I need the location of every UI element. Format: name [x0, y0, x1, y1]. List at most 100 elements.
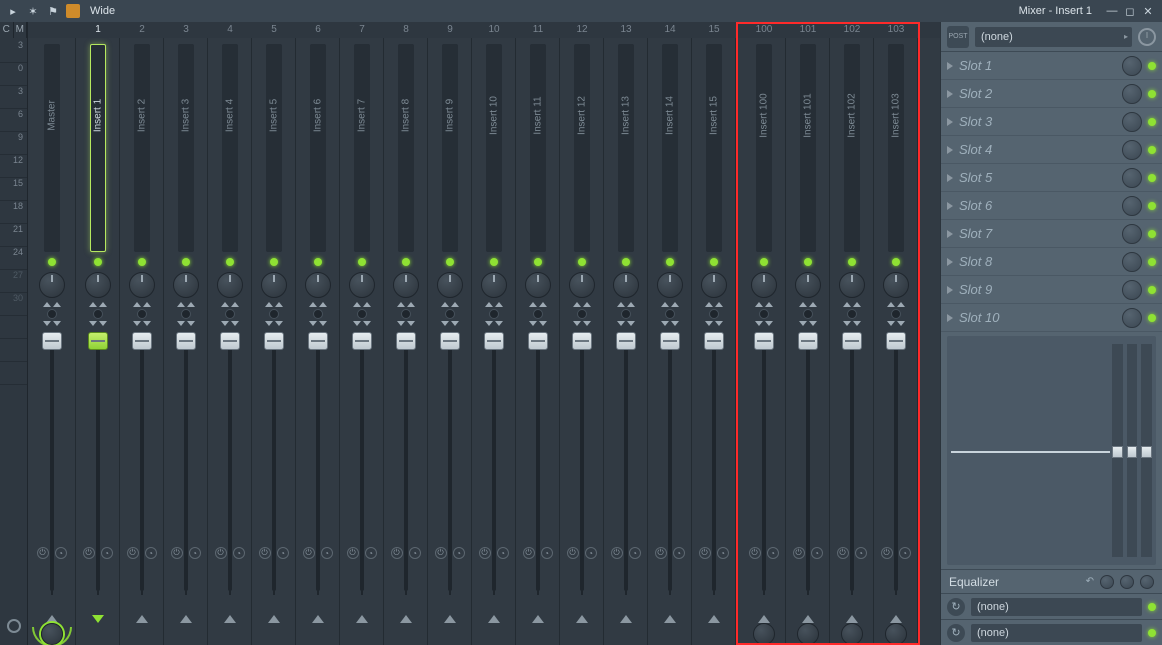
- clock-icon[interactable]: ◔: [767, 547, 779, 559]
- volume-fader[interactable]: [88, 332, 108, 350]
- output-b-led[interactable]: [1148, 629, 1156, 637]
- ruler-col-c[interactable]: C: [0, 22, 14, 38]
- pan-knob[interactable]: [883, 272, 909, 298]
- slot-open-icon[interactable]: [947, 174, 953, 182]
- send-arrow-icon[interactable]: [802, 615, 814, 623]
- volume-fader[interactable]: [484, 332, 504, 350]
- pan-knob[interactable]: [839, 272, 865, 298]
- mute-led[interactable]: [314, 258, 322, 266]
- fx-enable-icon[interactable]: ⏻: [749, 547, 761, 559]
- pan-knob[interactable]: [261, 272, 287, 298]
- send-arrow-icon[interactable]: [92, 615, 104, 623]
- slot-open-icon[interactable]: [947, 230, 953, 238]
- volume-fader[interactable]: [440, 332, 460, 350]
- volume-fader[interactable]: [176, 332, 196, 350]
- send-arrow-icon[interactable]: [46, 615, 58, 623]
- clock-icon[interactable]: ◔: [855, 547, 867, 559]
- clock-icon[interactable]: ◔: [673, 547, 685, 559]
- mute-led[interactable]: [138, 258, 146, 266]
- fx-enable-icon[interactable]: ⏻: [567, 547, 579, 559]
- volume-fader[interactable]: [704, 332, 724, 350]
- fx-enable-icon[interactable]: ⏻: [881, 547, 893, 559]
- mute-led[interactable]: [578, 258, 586, 266]
- insert-channel[interactable]: Insert 1⏻◔: [76, 38, 120, 645]
- stereo-sep[interactable]: [397, 302, 415, 326]
- slot-enable-led[interactable]: [1148, 202, 1156, 210]
- mute-led[interactable]: [446, 258, 454, 266]
- volume-fader[interactable]: [220, 332, 240, 350]
- send-arrow-icon[interactable]: [758, 615, 770, 623]
- fx-slot[interactable]: Slot 6: [941, 192, 1162, 220]
- slot-mix-knob[interactable]: [1122, 56, 1142, 76]
- mute-led[interactable]: [48, 258, 56, 266]
- view-mode-label[interactable]: Wide: [90, 5, 115, 17]
- stereo-sep[interactable]: [887, 302, 905, 326]
- clock-icon[interactable]: ◔: [585, 547, 597, 559]
- slot-open-icon[interactable]: [947, 286, 953, 294]
- stereo-sep[interactable]: [485, 302, 503, 326]
- insert-channel[interactable]: Insert 100⏻◔: [742, 38, 786, 645]
- slot-enable-led[interactable]: [1148, 314, 1156, 322]
- peak-knob[interactable]: [7, 619, 21, 633]
- output-routing-b-dropdown[interactable]: (none): [971, 624, 1142, 642]
- view-mode-button[interactable]: [66, 4, 80, 18]
- track-number[interactable]: 5: [252, 22, 296, 38]
- clock-icon[interactable]: ◔: [277, 547, 289, 559]
- slot-mix-knob[interactable]: [1122, 168, 1142, 188]
- master-channel[interactable]: Master⏻◔: [28, 38, 76, 645]
- stereo-sep[interactable]: [529, 302, 547, 326]
- fx-enable-icon[interactable]: ⏻: [83, 547, 95, 559]
- slot-enable-led[interactable]: [1148, 90, 1156, 98]
- slot-enable-led[interactable]: [1148, 118, 1156, 126]
- stereo-sep[interactable]: [705, 302, 723, 326]
- insert-channel[interactable]: Insert 2⏻◔: [120, 38, 164, 645]
- track-number[interactable]: 14: [648, 22, 692, 38]
- stereo-sep[interactable]: [353, 302, 371, 326]
- pan-knob[interactable]: [393, 272, 419, 298]
- slot-enable-led[interactable]: [1148, 174, 1156, 182]
- clock-icon[interactable]: ◔: [541, 547, 553, 559]
- track-number[interactable]: 15: [692, 22, 736, 38]
- send-arrow-icon[interactable]: [356, 615, 368, 623]
- slot-mix-knob[interactable]: [1122, 280, 1142, 300]
- pan-knob[interactable]: [795, 272, 821, 298]
- send-knob[interactable]: [753, 623, 775, 645]
- track-number[interactable]: 3: [164, 22, 208, 38]
- mute-led[interactable]: [710, 258, 718, 266]
- track-number[interactable]: 4: [208, 22, 252, 38]
- track-number[interactable]: 102: [830, 22, 874, 38]
- slot-enable-led[interactable]: [1148, 146, 1156, 154]
- slot-mix-knob[interactable]: [1122, 252, 1142, 272]
- stereo-sep[interactable]: [755, 302, 773, 326]
- fx-enable-icon[interactable]: ⏻: [303, 547, 315, 559]
- fx-enable-icon[interactable]: ⏻: [523, 547, 535, 559]
- track-number[interactable]: 12: [560, 22, 604, 38]
- clock-icon[interactable]: ◔: [717, 547, 729, 559]
- send-arrow-icon[interactable]: [444, 615, 456, 623]
- eq-display[interactable]: [947, 336, 1156, 565]
- volume-fader[interactable]: [352, 332, 372, 350]
- pan-knob[interactable]: [39, 272, 65, 298]
- mute-led[interactable]: [848, 258, 856, 266]
- send-arrow-icon[interactable]: [400, 615, 412, 623]
- insert-channel[interactable]: Insert 10⏻◔: [472, 38, 516, 645]
- mute-led[interactable]: [760, 258, 768, 266]
- insert-channel[interactable]: Insert 103⏻◔: [874, 38, 918, 645]
- minimize-icon[interactable]: ―: [1104, 3, 1120, 19]
- send-arrow-icon[interactable]: [488, 615, 500, 623]
- send-arrow-icon[interactable]: [664, 615, 676, 623]
- fx-slot[interactable]: Slot 4: [941, 136, 1162, 164]
- fx-enable-icon[interactable]: ⏻: [837, 547, 849, 559]
- slot-enable-led[interactable]: [1148, 62, 1156, 70]
- track-number[interactable]: 7: [340, 22, 384, 38]
- track-number[interactable]: 9: [428, 22, 472, 38]
- track-number[interactable]: 13: [604, 22, 648, 38]
- fx-slot[interactable]: Slot 1: [941, 52, 1162, 80]
- track-number[interactable]: 6: [296, 22, 340, 38]
- slot-mix-knob[interactable]: [1122, 196, 1142, 216]
- volume-fader[interactable]: [616, 332, 636, 350]
- stereo-sep[interactable]: [309, 302, 327, 326]
- pan-knob[interactable]: [85, 272, 111, 298]
- volume-fader[interactable]: [528, 332, 548, 350]
- volume-fader[interactable]: [264, 332, 284, 350]
